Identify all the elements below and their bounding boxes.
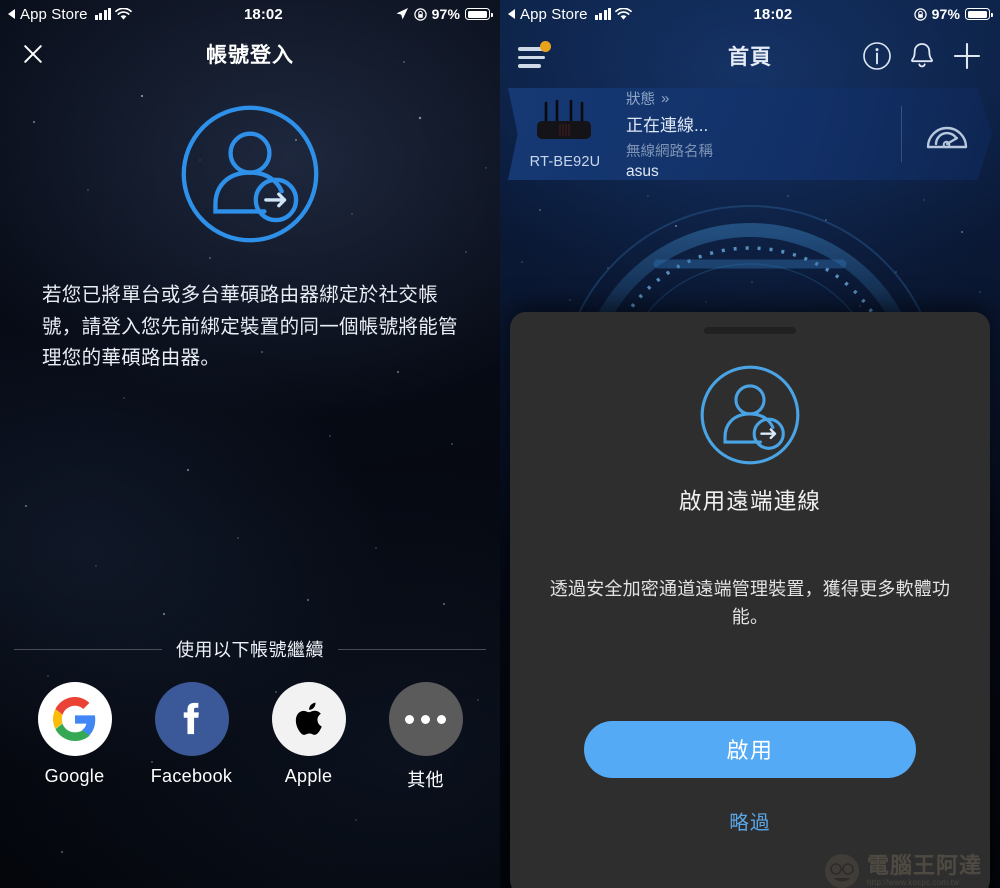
provider-google[interactable]: Google — [29, 682, 121, 792]
rotation-lock-icon — [413, 7, 427, 21]
back-triangle-icon[interactable] — [508, 9, 515, 19]
speedometer-icon — [926, 126, 968, 149]
navigation-bar: 帳號登入 — [0, 28, 500, 80]
speed-test-button[interactable] — [916, 114, 978, 154]
router-icon — [537, 99, 591, 139]
divider-label: 使用以下帳號繼續 — [176, 640, 324, 660]
provider-apple[interactable]: Apple — [263, 682, 355, 792]
google-icon — [37, 682, 112, 756]
back-app-label[interactable]: App Store — [20, 6, 88, 23]
status-bar: App Store 18:02 97% — [0, 0, 500, 28]
battery-percent-label: 97% — [931, 6, 960, 22]
modal-description: 透過安全加密通道遠端管理裝置，獲得更多軟體功能。 — [549, 579, 951, 628]
device-status-card[interactable]: RT-BE92U 狀態 » 正在連線... 無線網路名稱 asus — [508, 88, 992, 180]
status-bar-right: 97% — [395, 6, 493, 22]
watermark: 電腦王阿達 http://www.kocpc.com.tw — [823, 852, 982, 888]
wifi-icon — [615, 7, 632, 20]
watermark-name: 電腦王阿達 — [866, 853, 982, 878]
divider-line-left — [14, 648, 162, 650]
right-screen-home: App Store 18:02 97% 首頁 RT-BE92U 狀態 » 正在連… — [500, 0, 1000, 888]
divider-line-right — [338, 648, 486, 650]
rotation-lock-icon — [913, 7, 927, 21]
enable-button[interactable]: 啟用 — [584, 720, 916, 778]
user-login-icon — [181, 105, 319, 243]
status-value: 正在連線... — [626, 115, 709, 135]
modal-title: 啟用遠端連線 — [678, 489, 822, 514]
status-bar: App Store 18:02 97% — [500, 0, 1000, 28]
page-title: 帳號登入 — [206, 44, 294, 67]
status-label: 狀態 — [626, 91, 655, 108]
left-screen-account-login: App Store 18:02 97% 帳號登入 若您已將單台或多台華碩路由器綁… — [0, 0, 500, 888]
device-thumbnail: RT-BE92U — [522, 99, 608, 170]
battery-icon — [465, 8, 493, 20]
watermark-text: 電腦王阿達 http://www.kocpc.com.tw — [867, 855, 982, 887]
watermark-face-icon — [824, 854, 859, 888]
social-provider-list: Google Facebook Apple 其他 — [0, 682, 500, 792]
wifi-icon — [115, 7, 132, 20]
bell-icon[interactable] — [908, 41, 936, 71]
provider-label: Apple — [284, 766, 333, 786]
back-app-label[interactable]: App Store — [520, 6, 588, 23]
skip-link[interactable]: 略過 — [510, 806, 990, 835]
back-triangle-icon[interactable] — [8, 9, 15, 19]
signal-bars-icon — [594, 8, 612, 20]
intro-description: 若您已將單台或多台華碩路由器綁定於社交帳號，請登入您先前綁定裝置的同一個帳號將能… — [42, 284, 458, 370]
navbar-actions — [862, 41, 982, 71]
card-divider — [901, 106, 902, 162]
status-bar-time: 18:02 — [753, 5, 793, 23]
status-bar-left: App Store — [508, 6, 632, 23]
info-circle-icon[interactable] — [862, 41, 892, 71]
drag-handle[interactable] — [704, 327, 796, 334]
dual-screenshot: App Store 18:02 97% 帳號登入 若您已將單台或多台華碩路由器綁… — [0, 0, 1000, 888]
device-status-row[interactable]: 狀態 » — [626, 88, 901, 109]
apple-icon — [271, 682, 346, 756]
chevron-right-double-icon: » — [661, 89, 669, 107]
status-bar-left: App Store — [8, 6, 132, 23]
status-bar-right: 97% — [913, 6, 993, 22]
user-login-icon — [700, 365, 800, 465]
provider-label: Google — [44, 766, 105, 786]
signal-bars-icon — [94, 8, 112, 20]
device-info: 狀態 » 正在連線... 無線網路名稱 asus — [608, 88, 901, 180]
provider-facebook[interactable]: Facebook — [146, 682, 238, 792]
remote-connection-modal: 啟用遠端連線 透過安全加密通道遠端管理裝置，獲得更多軟體功能。 啟用 略過 電腦… — [510, 312, 990, 888]
facebook-icon — [154, 682, 229, 756]
watermark-url: http://www.kocpc.com.tw — [866, 878, 960, 887]
provider-label: 其他 — [407, 770, 444, 790]
navigation-bar: 首頁 — [500, 28, 1000, 84]
battery-icon — [965, 8, 993, 20]
modal-icon-wrapper — [510, 363, 990, 467]
hero-login-icon-wrapper — [0, 102, 500, 246]
provider-label: Facebook — [150, 766, 233, 786]
location-arrow-icon — [396, 8, 408, 20]
ssid-value: asus — [626, 162, 659, 180]
battery-percent-label: 97% — [431, 6, 460, 22]
status-bar-time: 18:02 — [243, 5, 283, 23]
providers-divider: 使用以下帳號繼續 — [0, 636, 500, 662]
device-name-label: RT-BE92U — [529, 153, 601, 170]
ssid-label: 無線網路名稱 — [626, 143, 713, 160]
ellipsis-icon — [388, 682, 463, 756]
provider-other[interactable]: 其他 — [380, 682, 472, 792]
plus-icon[interactable] — [952, 41, 982, 71]
